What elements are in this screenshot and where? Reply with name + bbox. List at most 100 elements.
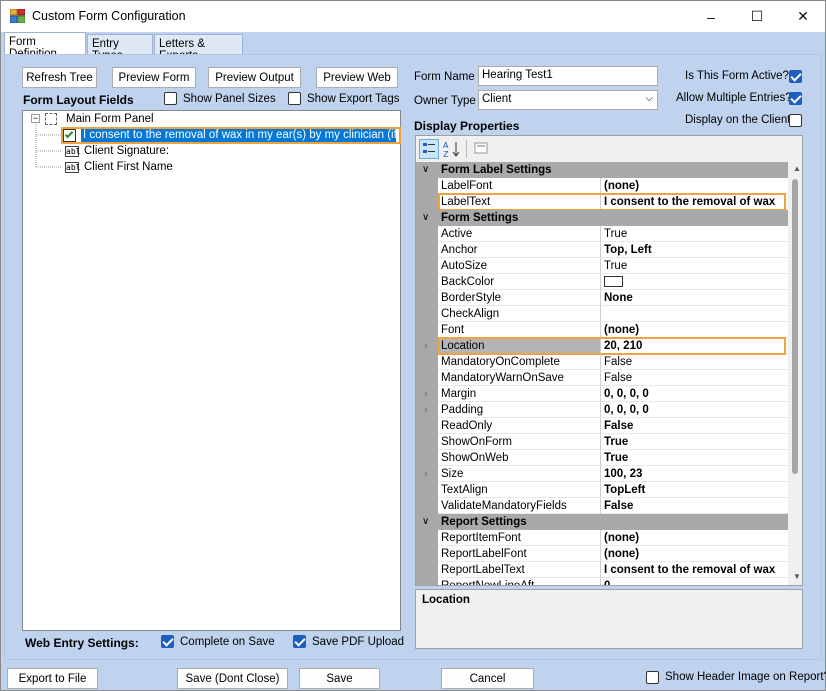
- property-row[interactable]: ShowOnForm True: [416, 434, 788, 450]
- property-name: ReportNewLineAft: [438, 578, 601, 585]
- property-value[interactable]: Top, Left: [601, 242, 788, 258]
- form-name-input[interactable]: Hearing Test1: [478, 66, 658, 86]
- tree-root[interactable]: Main Form Panel: [45, 111, 154, 127]
- scroll-thumb[interactable]: [792, 179, 798, 474]
- property-value[interactable]: False: [601, 370, 788, 386]
- categorized-view-icon[interactable]: [419, 139, 439, 159]
- property-value[interactable]: True: [601, 434, 788, 450]
- display-client-checkbox[interactable]: [789, 114, 802, 127]
- form-active-checkbox[interactable]: [789, 70, 802, 83]
- row-margin: [416, 482, 438, 498]
- property-value[interactable]: 0, 0, 0, 0: [601, 386, 788, 402]
- property-value[interactable]: (none): [601, 322, 788, 338]
- save-button[interactable]: Save: [299, 668, 380, 689]
- preview-form-button[interactable]: Preview Form: [112, 67, 196, 88]
- show-panel-sizes-checkbox[interactable]: [164, 92, 177, 105]
- property-value[interactable]: True: [601, 226, 788, 242]
- allow-multiple-checkbox[interactable]: [789, 92, 802, 105]
- property-row[interactable]: Anchor Top, Left: [416, 242, 788, 258]
- property-row[interactable]: LabelText I consent to the removal of wax: [416, 194, 788, 210]
- tab-entry-types[interactable]: Entry Types: [87, 34, 153, 62]
- property-value[interactable]: 0, 0, 0, 0: [601, 402, 788, 418]
- save-pdf-upload-checkbox[interactable]: [293, 635, 306, 648]
- expand-icon[interactable]: ›: [424, 386, 428, 402]
- property-row[interactable]: TextAlign TopLeft: [416, 482, 788, 498]
- property-row[interactable]: ShowOnWeb True: [416, 450, 788, 466]
- property-row[interactable]: ReportItemFont (none): [416, 530, 788, 546]
- property-value[interactable]: None: [601, 290, 788, 306]
- property-row[interactable]: ValidateMandatoryFields False: [416, 498, 788, 514]
- collapse-category-icon[interactable]: ∨: [422, 162, 429, 178]
- export-to-file-button[interactable]: Export to File: [7, 668, 98, 689]
- complete-on-save-checkbox[interactable]: [161, 635, 174, 648]
- property-value[interactable]: (none): [601, 546, 788, 562]
- owner-type-select[interactable]: Client ⌵: [478, 90, 658, 110]
- main-window: Custom Form Configuration – ☐ ✕ Form Def…: [0, 0, 826, 691]
- expand-icon[interactable]: ›: [424, 466, 428, 482]
- preview-web-button[interactable]: Preview Web: [316, 67, 398, 88]
- refresh-tree-button[interactable]: Refresh Tree: [22, 67, 97, 88]
- minimize-button[interactable]: –: [688, 1, 734, 32]
- property-value[interactable]: I consent to the removal of wax: [601, 194, 788, 210]
- property-row[interactable]: › Padding 0, 0, 0, 0: [416, 402, 788, 418]
- expand-icon[interactable]: ›: [424, 338, 428, 354]
- property-row[interactable]: Active True: [416, 226, 788, 242]
- tree-item-signature[interactable]: abl Client Signature:: [65, 143, 169, 159]
- show-header-image-checkbox[interactable]: [646, 671, 659, 684]
- close-button[interactable]: ✕: [780, 1, 826, 32]
- property-rows[interactable]: ∨ Form Label Settings LabelFont (none) Label…: [416, 162, 788, 585]
- property-value[interactable]: [601, 274, 788, 290]
- property-row[interactable]: ReadOnly False: [416, 418, 788, 434]
- property-grid-scrollbar[interactable]: ▲ ▼: [788, 162, 802, 585]
- cancel-button[interactable]: Cancel: [441, 668, 534, 689]
- tree-collapse-icon[interactable]: −: [31, 114, 40, 123]
- scroll-up-icon[interactable]: ▲: [793, 164, 801, 173]
- tree-item-consent[interactable]: I consent to the removal of wax in my ea…: [63, 127, 401, 143]
- property-value[interactable]: I consent to the removal of wax: [601, 562, 788, 578]
- property-value[interactable]: True: [601, 258, 788, 274]
- expand-icon[interactable]: ›: [424, 402, 428, 418]
- collapse-category-icon[interactable]: ∨: [422, 210, 429, 226]
- layout-tree[interactable]: − Main Form Panel I consent to the remov…: [22, 110, 401, 631]
- show-export-tags-checkbox[interactable]: [288, 92, 301, 105]
- property-value[interactable]: TopLeft: [601, 482, 788, 498]
- property-row[interactable]: Font (none): [416, 322, 788, 338]
- property-category[interactable]: ∨ Report Settings: [416, 514, 788, 530]
- property-row[interactable]: ReportLabelText I consent to the removal …: [416, 562, 788, 578]
- property-value[interactable]: (none): [601, 178, 788, 194]
- property-value[interactable]: 0: [601, 578, 788, 585]
- property-row[interactable]: ReportLabelFont (none): [416, 546, 788, 562]
- property-name: ReportLabelText: [438, 562, 601, 578]
- property-row[interactable]: AutoSize True: [416, 258, 788, 274]
- alphabetical-view-icon[interactable]: AZ: [442, 139, 462, 159]
- property-row[interactable]: › Size 100, 23: [416, 466, 788, 482]
- property-value[interactable]: (none): [601, 530, 788, 546]
- property-row[interactable]: MandatoryWarnOnSave False: [416, 370, 788, 386]
- property-category[interactable]: ∨ Form Label Settings: [416, 162, 788, 178]
- property-value[interactable]: False: [601, 354, 788, 370]
- save-dont-close-button[interactable]: Save (Dont Close): [177, 668, 288, 689]
- property-row[interactable]: ReportNewLineAft0: [416, 578, 788, 585]
- property-row[interactable]: BackColor: [416, 274, 788, 290]
- property-row[interactable]: BorderStyle None: [416, 290, 788, 306]
- property-row[interactable]: CheckAlign: [416, 306, 788, 322]
- tree-item-first-name[interactable]: abl Client First Name: [65, 159, 173, 175]
- property-row[interactable]: › Margin 0, 0, 0, 0: [416, 386, 788, 402]
- maximize-button[interactable]: ☐: [734, 1, 780, 32]
- property-value[interactable]: False: [601, 418, 788, 434]
- scroll-down-icon[interactable]: ▼: [793, 572, 801, 581]
- tab-letters-exports[interactable]: Letters & Exports: [154, 34, 243, 62]
- preview-output-button[interactable]: Preview Output: [208, 67, 301, 88]
- collapse-category-icon[interactable]: ∨: [422, 514, 429, 530]
- property-value[interactable]: True: [601, 450, 788, 466]
- property-row[interactable]: MandatoryOnComplete False: [416, 354, 788, 370]
- property-value[interactable]: [601, 306, 788, 322]
- property-value[interactable]: 100, 23: [601, 466, 788, 482]
- property-row[interactable]: LabelFont (none): [416, 178, 788, 194]
- property-category[interactable]: ∨ Form Settings: [416, 210, 788, 226]
- property-row[interactable]: › Location 20, 210: [416, 338, 788, 354]
- tab-form-definition[interactable]: Form Definition: [4, 32, 86, 60]
- property-value[interactable]: 20, 210: [601, 338, 788, 354]
- property-value[interactable]: False: [601, 498, 788, 514]
- property-pages-icon[interactable]: [472, 139, 492, 159]
